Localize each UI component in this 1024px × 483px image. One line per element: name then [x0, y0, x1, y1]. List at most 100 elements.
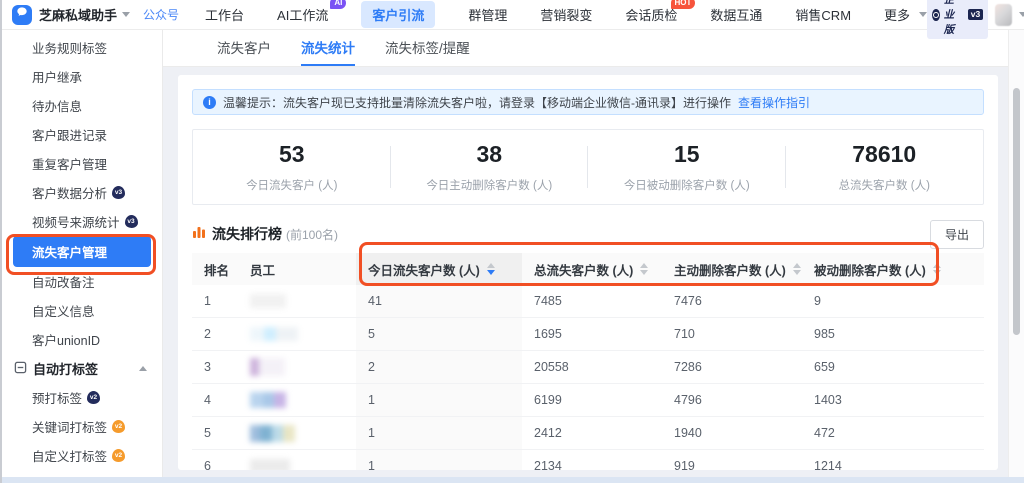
- employee-cell-redacted: [238, 459, 356, 470]
- stat-value: 38: [476, 141, 503, 167]
- rank-cell: 5: [204, 426, 211, 440]
- table-row: 4 1 6199 4796 1403: [192, 384, 984, 417]
- nav-data-exchange[interactable]: 数据互通: [710, 5, 762, 24]
- sort-icon[interactable]: [640, 263, 649, 275]
- sidebar-item-duplicate-customers[interactable]: 重复客户管理: [2, 149, 162, 178]
- stat-label: 总流失客户数 (人): [838, 180, 930, 192]
- total-churned-cell: 2412: [534, 426, 562, 440]
- employee-cell-redacted: [238, 424, 356, 442]
- sidebar: 业务规则标签 用户继承 待办信息 客户跟进记录 重复客户管理 客户数据分析 v3…: [2, 30, 163, 483]
- tab-churn-tags-reminders[interactable]: 流失标签/提醒: [385, 30, 470, 66]
- enterprise-icon: [932, 8, 940, 21]
- alert-guide-link[interactable]: 查看操作指引: [738, 94, 810, 111]
- stat-value: 53: [278, 141, 305, 167]
- v3-badge-icon: v3: [112, 186, 126, 199]
- tab-bar: 流失客户 流失统计 流失标签/提醒: [163, 30, 1010, 67]
- main-content: 流失客户 流失统计 流失标签/提醒 i 温馨提示：流失客户现已支持批量清除流失客…: [163, 30, 1024, 483]
- total-churned-cell: 2134: [534, 459, 562, 470]
- vertical-scrollbar[interactable]: [1008, 30, 1024, 483]
- total-churned-cell: 7485: [534, 294, 562, 308]
- sort-icon[interactable]: [486, 263, 495, 275]
- today-churned-cell: 2: [356, 351, 522, 383]
- stat-today-churned: 53 今日流失客户 (人): [193, 130, 391, 204]
- active-deleted-cell: 710: [674, 327, 695, 341]
- public-account-link[interactable]: 公众号: [143, 6, 179, 23]
- stat-label: 今日主动删除客户数 (人): [426, 180, 553, 192]
- sidebar-item-todo-info[interactable]: 待办信息: [2, 91, 162, 120]
- rank-cell: 1: [204, 294, 211, 308]
- employee-cell-redacted: [238, 358, 356, 376]
- table-row: 3 2 20558 7286 659: [192, 351, 984, 384]
- passive-deleted-cell: 985: [814, 327, 835, 341]
- nav-more[interactable]: 更多: [884, 5, 928, 24]
- ranking-title: 流失排行榜: [212, 226, 282, 242]
- stat-today-active-deleted: 38 今日主动删除客户数 (人): [391, 130, 589, 204]
- hot-badge: HOT: [670, 0, 696, 9]
- table-row: 2 5 1695 710 985: [192, 318, 984, 351]
- sidebar-item-churned-customer-management[interactable]: 流失客户管理: [13, 236, 151, 267]
- tab-churned-customers[interactable]: 流失客户: [217, 30, 271, 66]
- sort-icon[interactable]: [932, 263, 941, 275]
- nav-marketing-fission[interactable]: 营销裂变: [540, 5, 592, 24]
- passive-deleted-cell: 659: [814, 360, 835, 374]
- nav-conversation-qc[interactable]: 会话质检 HOT: [625, 0, 696, 24]
- sort-icon[interactable]: [792, 263, 801, 275]
- sidebar-item-business-rule-tags[interactable]: 业务规则标签: [2, 33, 162, 62]
- rank-cell: 4: [204, 393, 211, 407]
- table-header-row: 排名 员工 今日流失客户数 (人) 总流失客户数 (人) 主动删除客户数 (人)…: [192, 253, 984, 285]
- today-churned-cell: 1: [356, 450, 522, 470]
- sidebar-item-user-inheritance[interactable]: 用户继承: [2, 62, 162, 91]
- table-row: 5 1 2412 1940 472: [192, 417, 984, 450]
- nav-workbench[interactable]: 工作台: [205, 5, 244, 24]
- nav-sales-crm[interactable]: 销售CRM: [795, 5, 851, 24]
- nav-group-management[interactable]: 群管理: [468, 5, 507, 24]
- sidebar-item-keyword-tagging[interactable]: 关键词打标签 v2: [2, 412, 162, 441]
- rank-cell: 2: [204, 327, 211, 341]
- nav-customer-acquisition[interactable]: 客户引流: [361, 1, 436, 28]
- chevron-up-icon[interactable]: [139, 366, 147, 371]
- account-area: 企业版 v3: [927, 0, 1024, 39]
- passive-deleted-cell: 9: [814, 294, 821, 308]
- stats-summary: 53 今日流失客户 (人) 38 今日主动删除客户数 (人) 15 今日被动删除…: [192, 129, 984, 205]
- sidebar-item-custom-info[interactable]: 自定义信息: [2, 296, 162, 325]
- sidebar-item-customer-data-analysis[interactable]: 客户数据分析 v3: [2, 178, 162, 207]
- rank-cell: 3: [204, 360, 211, 374]
- scrollbar-thumb[interactable]: [1013, 88, 1020, 335]
- plan-name: 企业版: [943, 0, 955, 36]
- col-header-passive-deleted[interactable]: 被动删除客户数 (人): [802, 260, 984, 279]
- ranking-subtitle: (前100名): [286, 227, 339, 242]
- v2-badge-icon: v2: [87, 391, 101, 404]
- export-button[interactable]: 导出: [929, 219, 984, 249]
- col-header-active-deleted[interactable]: 主动删除客户数 (人): [662, 260, 802, 279]
- chevron-down-icon[interactable]: [122, 12, 131, 17]
- stat-total-churned: 78610 总流失客户数 (人): [786, 130, 984, 204]
- today-churned-cell: 1: [356, 384, 522, 416]
- active-deleted-cell: 4796: [674, 393, 702, 407]
- nav-ai-workflow[interactable]: AI工作流 AI: [277, 0, 347, 24]
- sidebar-item-preset-tags[interactable]: 预打标签 v2: [2, 383, 162, 412]
- version-tag: v3: [967, 8, 984, 21]
- rank-cell: 6: [204, 459, 211, 470]
- user-avatar[interactable]: [995, 3, 1013, 26]
- app-logo: [12, 4, 32, 25]
- sidebar-section-auto-tagging[interactable]: 自动打标签: [2, 354, 162, 383]
- col-header-today-churned[interactable]: 今日流失客户数 (人): [356, 253, 522, 285]
- active-deleted-cell: 7476: [674, 294, 702, 308]
- chevron-down-icon[interactable]: [1019, 12, 1024, 17]
- col-header-total-churned[interactable]: 总流失客户数 (人): [522, 260, 662, 279]
- sidebar-item-custom-tagging[interactable]: 自定义打标签 v2: [2, 441, 162, 470]
- plan-badge: 企业版 v3: [927, 0, 989, 39]
- tab-churn-statistics[interactable]: 流失统计: [301, 30, 355, 66]
- content-card: i 温馨提示：流失客户现已支持批量清除流失客户啦，请登录【移动端企业微信-通讯录…: [178, 75, 998, 470]
- ai-badge: AI: [330, 0, 347, 9]
- v3-badge-icon: v3: [124, 215, 138, 228]
- sidebar-item-auto-remark[interactable]: 自动改备注: [2, 267, 162, 296]
- bottom-edge-strip: [2, 477, 1024, 483]
- table-row: 1 41 7485 7476 9: [192, 285, 984, 318]
- sidebar-item-video-source-stats[interactable]: 视频号来源统计 v3: [2, 207, 162, 236]
- sidebar-item-unionid[interactable]: 客户unionID: [2, 325, 162, 354]
- sidebar-item-followup-records[interactable]: 客户跟进记录: [2, 120, 162, 149]
- today-churned-cell: 5: [356, 318, 522, 350]
- passive-deleted-cell: 1403: [814, 393, 842, 407]
- bar-chart-icon: [192, 225, 206, 244]
